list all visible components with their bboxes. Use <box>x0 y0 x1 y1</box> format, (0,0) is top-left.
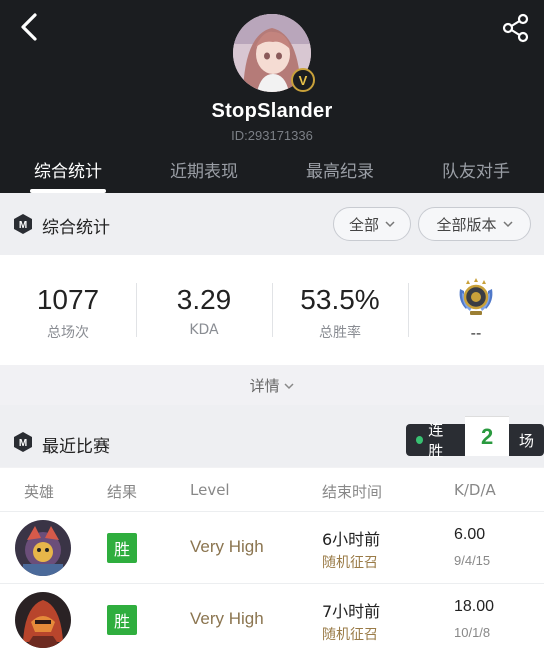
stat-value: 1077 <box>36 284 100 315</box>
chevron-down-icon <box>284 383 294 390</box>
streak-count: 2 <box>465 416 509 456</box>
match-kda-detail: 10/1/8 <box>454 625 491 640</box>
recent-title: 最近比赛 <box>42 437 110 457</box>
username: StopSlander <box>211 100 333 122</box>
match-kda-detail: 9/4/15 <box>454 553 491 568</box>
match-mode: 随机征召 <box>322 627 378 643</box>
svg-text:M: M <box>19 438 27 449</box>
profile-tabs: 综合统计 近期表现 最高纪录 队友对手 <box>0 150 544 193</box>
version-filter-dropdown[interactable]: 全部版本 <box>418 207 531 241</box>
matches-table-header: 英雄 结果 Level 结束时间 K/D/A <box>0 468 544 512</box>
mode-filter-label: 全部 <box>348 215 379 234</box>
svg-text:M: M <box>19 220 27 231</box>
mode-filter-dropdown[interactable]: 全部 <box>333 207 411 241</box>
section-logo-icon: M <box>14 214 32 234</box>
tab-teammates-opponents[interactable]: 队友对手 <box>408 150 544 193</box>
stat-label: 总场次 <box>47 325 89 341</box>
match-end-time: 7小时前 <box>322 602 381 621</box>
column-header: Level <box>190 481 230 499</box>
hero-avatar <box>15 592 71 648</box>
user-id: ID:293171336 <box>231 128 313 143</box>
streak-label: 连胜 <box>428 421 444 460</box>
win-streak-badge: 连胜 2 场 <box>406 416 544 460</box>
chevron-down-icon <box>385 221 395 228</box>
avatar[interactable]: V <box>233 14 315 92</box>
details-label: 详情 <box>249 377 280 395</box>
column-header: 英雄 <box>24 483 55 501</box>
chevron-left-icon <box>21 13 37 41</box>
tab-overview[interactable]: 综合统计 <box>0 150 136 193</box>
overview-section-header: M 综合统计 全部 全部版本 <box>0 193 544 255</box>
section-logo-icon: M <box>14 432 32 452</box>
stat-label: KDA <box>189 322 219 338</box>
overview-stats: 1077 总场次 3.29 KDA 53.5% 总胜率 -- <box>0 255 544 365</box>
match-kda: 6.00 <box>454 526 486 543</box>
column-header: 结果 <box>107 483 138 501</box>
hero-avatar <box>15 520 71 576</box>
details-toggle[interactable]: 详情 <box>0 365 544 405</box>
streak-label-box: 连胜 <box>406 421 466 460</box>
column-header: K/D/A <box>454 481 496 499</box>
result-badge: 胜 <box>107 605 137 635</box>
table-row[interactable]: 胜 Very High 6小时前 随机征召 6.00 9/4/15 <box>0 512 544 584</box>
verified-badge: V <box>291 68 315 92</box>
version-filter-label: 全部版本 <box>436 215 497 234</box>
stat-label: 总胜率 <box>319 325 361 341</box>
match-level: Very High <box>190 609 264 628</box>
hero-portrait <box>15 520 71 576</box>
tab-best-records[interactable]: 最高纪录 <box>272 150 408 193</box>
result-badge: 胜 <box>107 533 137 563</box>
stat-value: 53.5% <box>300 284 380 315</box>
table-row[interactable]: 胜 Very High 7小时前 随机征召 18.00 10/1/8 <box>0 584 544 654</box>
tab-recent-performance[interactable]: 近期表现 <box>136 150 272 193</box>
hero-portrait <box>15 592 71 648</box>
stat-total-matches: 1077 总场次 <box>0 255 136 365</box>
stat-kda: 3.29 KDA <box>136 255 272 365</box>
streak-dot <box>416 436 424 444</box>
match-mode: 随机征召 <box>322 555 378 571</box>
overview-title: 综合统计 <box>42 218 110 238</box>
match-end-time: 6小时前 <box>322 530 381 549</box>
stat-value: 3.29 <box>176 284 232 315</box>
share-icon <box>502 13 529 43</box>
column-header: 结束时间 <box>322 483 383 501</box>
profile-header: V StopSlander ID:293171336 综合统计 近期表现 最高纪… <box>0 0 544 193</box>
match-level: Very High <box>190 537 264 556</box>
stat-win-rate: 53.5% 总胜率 <box>272 255 408 365</box>
back-button[interactable] <box>12 10 46 44</box>
match-kda: 18.00 <box>454 598 495 615</box>
rank-medal-icon <box>459 278 493 315</box>
stat-rank[interactable]: -- <box>408 255 544 365</box>
streak-unit: 场 <box>508 424 544 456</box>
rank-value: -- <box>470 325 482 342</box>
share-button[interactable] <box>498 10 534 46</box>
chevron-down-icon <box>502 221 513 228</box>
